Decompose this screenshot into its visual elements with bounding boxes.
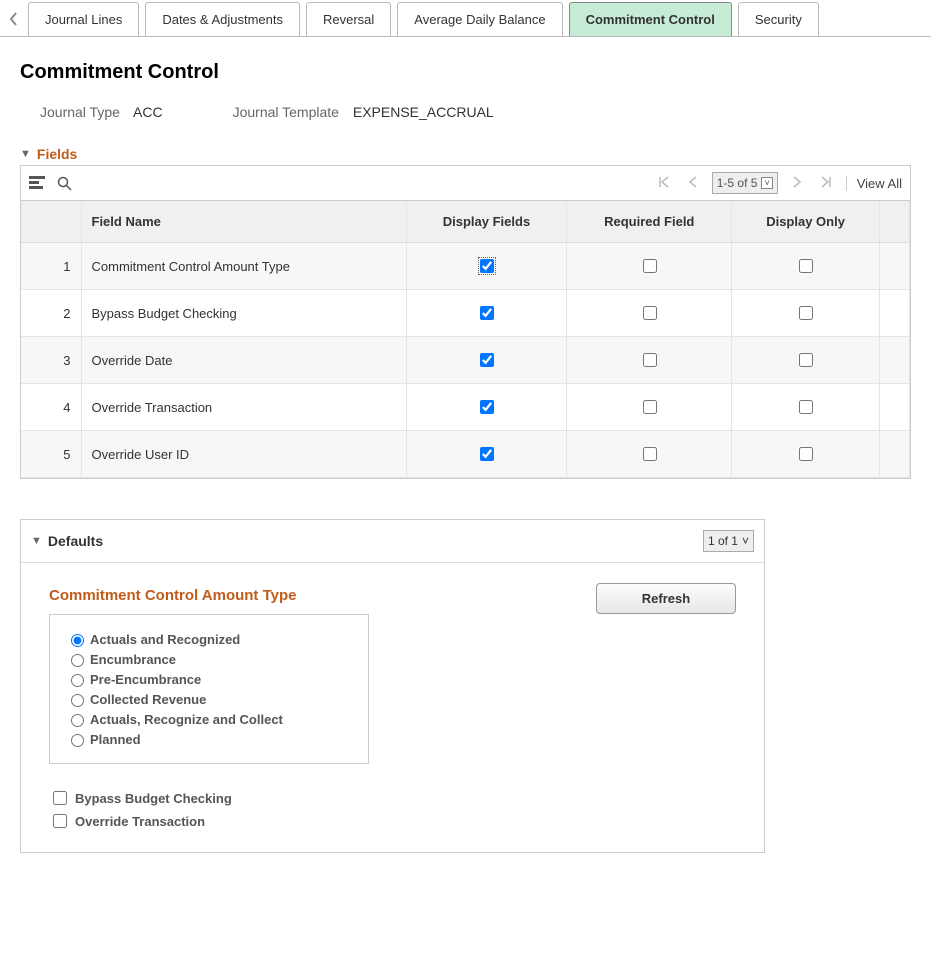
- row-number: 5: [21, 431, 81, 478]
- col-required-field[interactable]: Required Field: [567, 201, 732, 243]
- fields-section-title: Fields: [37, 146, 77, 162]
- amount-type-label: Collected Revenue: [90, 692, 206, 707]
- last-page-button[interactable]: [816, 174, 836, 193]
- display-only-checkbox[interactable]: [799, 447, 813, 461]
- display-fields-checkbox[interactable]: [480, 353, 494, 367]
- defaults-pager[interactable]: 1 of 1 ˅: [703, 530, 754, 552]
- triangle-down-icon: ▼: [20, 148, 31, 160]
- amount-type-radio[interactable]: [71, 734, 84, 747]
- row-number: 3: [21, 337, 81, 384]
- defaults-pager-text: 1 of 1: [708, 534, 738, 548]
- amount-type-option[interactable]: Actuals, Recognize and Collect: [66, 711, 352, 727]
- fields-table: Field Name Display Fields Required Field…: [21, 201, 910, 478]
- personalize-icon[interactable]: [29, 176, 45, 190]
- display-only-checkbox[interactable]: [799, 306, 813, 320]
- amount-type-label: Actuals, Recognize and Collect: [90, 712, 283, 727]
- chevron-down-icon: ˅: [742, 534, 749, 548]
- search-icon[interactable]: [57, 176, 72, 191]
- chevron-down-icon: ˅: [761, 177, 772, 189]
- col-display-fields[interactable]: Display Fields: [406, 201, 567, 243]
- amount-type-radio[interactable]: [71, 674, 84, 687]
- tab-reversal[interactable]: Reversal: [306, 2, 391, 36]
- defaults-header[interactable]: ▼ Defaults 1 of 1 ˅: [21, 520, 764, 563]
- triangle-down-icon: ▼: [31, 535, 42, 547]
- page-range-text: 1-5 of 5: [717, 176, 758, 190]
- amount-type-radio[interactable]: [71, 714, 84, 727]
- default-checkbox[interactable]: [53, 814, 67, 828]
- refresh-button[interactable]: Refresh: [596, 583, 736, 614]
- col-display-only[interactable]: Display Only: [732, 201, 880, 243]
- required-field-checkbox[interactable]: [643, 259, 657, 273]
- tab-commitment-control[interactable]: Commitment Control: [569, 2, 732, 36]
- field-name-cell: Bypass Budget Checking: [81, 290, 406, 337]
- display-only-checkbox[interactable]: [799, 259, 813, 273]
- amount-type-option[interactable]: Planned: [66, 731, 352, 747]
- display-fields-checkbox[interactable]: [480, 306, 494, 320]
- display-only-checkbox[interactable]: [799, 400, 813, 414]
- amount-type-option[interactable]: Actuals and Recognized: [66, 631, 352, 647]
- amount-type-option[interactable]: Encumbrance: [66, 651, 352, 667]
- tab-journal-lines[interactable]: Journal Lines: [28, 2, 139, 36]
- tab-dates-adjustments[interactable]: Dates & Adjustments: [145, 2, 300, 36]
- defaults-panel: ▼ Defaults 1 of 1 ˅ Refresh Commitment C…: [20, 519, 765, 853]
- tab-average-daily-balance[interactable]: Average Daily Balance: [397, 2, 562, 36]
- amount-type-label: Pre-Encumbrance: [90, 672, 201, 687]
- tab-bar: Journal Lines Dates & Adjustments Revers…: [0, 0, 931, 37]
- journal-template-label: Journal Template: [233, 104, 339, 120]
- journal-type-label: Journal Type: [40, 104, 120, 120]
- table-row: 1Commitment Control Amount Type: [21, 243, 910, 290]
- journal-template-value: EXPENSE_ACCRUAL: [353, 104, 494, 120]
- table-row: 2Bypass Budget Checking: [21, 290, 910, 337]
- table-row: 3Override Date: [21, 337, 910, 384]
- header-fields: Journal Type ACC Journal Template EXPENS…: [40, 104, 911, 120]
- amount-type-label: Encumbrance: [90, 652, 176, 667]
- grid-toolbar: 1-5 of 5 ˅ View All: [21, 166, 910, 201]
- required-field-checkbox[interactable]: [643, 400, 657, 414]
- field-name-cell: Commitment Control Amount Type: [81, 243, 406, 290]
- required-field-checkbox[interactable]: [643, 306, 657, 320]
- field-name-cell: Override Date: [81, 337, 406, 384]
- amount-type-option[interactable]: Collected Revenue: [66, 691, 352, 707]
- fields-section-toggle[interactable]: ▼ Fields: [20, 146, 911, 162]
- display-only-checkbox[interactable]: [799, 353, 813, 367]
- display-fields-checkbox[interactable]: [480, 400, 494, 414]
- tab-security[interactable]: Security: [738, 2, 819, 36]
- default-checkbox-row: Override Transaction: [49, 811, 736, 831]
- journal-type-value: ACC: [133, 104, 163, 120]
- fields-grid: 1-5 of 5 ˅ View All Field Name Display F…: [20, 165, 911, 479]
- first-page-button[interactable]: [654, 174, 674, 193]
- page-range-select[interactable]: 1-5 of 5 ˅: [712, 172, 778, 194]
- default-checkbox-label: Override Transaction: [75, 814, 205, 829]
- table-row: 5Override User ID: [21, 431, 910, 478]
- defaults-title: Defaults: [48, 533, 103, 549]
- amount-type-radio[interactable]: [71, 694, 84, 707]
- tabs-back-button[interactable]: [0, 2, 28, 36]
- amount-type-radio[interactable]: [71, 654, 84, 667]
- required-field-checkbox[interactable]: [643, 353, 657, 367]
- default-checkbox-row: Bypass Budget Checking: [49, 788, 736, 808]
- page-title: Commitment Control: [20, 61, 911, 84]
- col-field-name[interactable]: Field Name: [81, 201, 406, 243]
- default-checkbox[interactable]: [53, 791, 67, 805]
- view-all-link[interactable]: View All: [846, 176, 902, 191]
- required-field-checkbox[interactable]: [643, 447, 657, 461]
- display-fields-checkbox[interactable]: [480, 447, 494, 461]
- row-number: 4: [21, 384, 81, 431]
- row-number: 2: [21, 290, 81, 337]
- amount-type-option[interactable]: Pre-Encumbrance: [66, 671, 352, 687]
- default-checkbox-label: Bypass Budget Checking: [75, 791, 232, 806]
- prev-page-button[interactable]: [684, 174, 702, 193]
- next-page-button[interactable]: [788, 174, 806, 193]
- field-name-cell: Override User ID: [81, 431, 406, 478]
- table-row: 4Override Transaction: [21, 384, 910, 431]
- display-fields-checkbox[interactable]: [480, 259, 494, 273]
- row-number: 1: [21, 243, 81, 290]
- amount-type-label: Planned: [90, 732, 141, 747]
- amount-type-label: Actuals and Recognized: [90, 632, 240, 647]
- amount-type-radio-group: Actuals and Recognized Encumbrance Pre-Enc…: [49, 614, 369, 764]
- amount-type-radio[interactable]: [71, 634, 84, 647]
- field-name-cell: Override Transaction: [81, 384, 406, 431]
